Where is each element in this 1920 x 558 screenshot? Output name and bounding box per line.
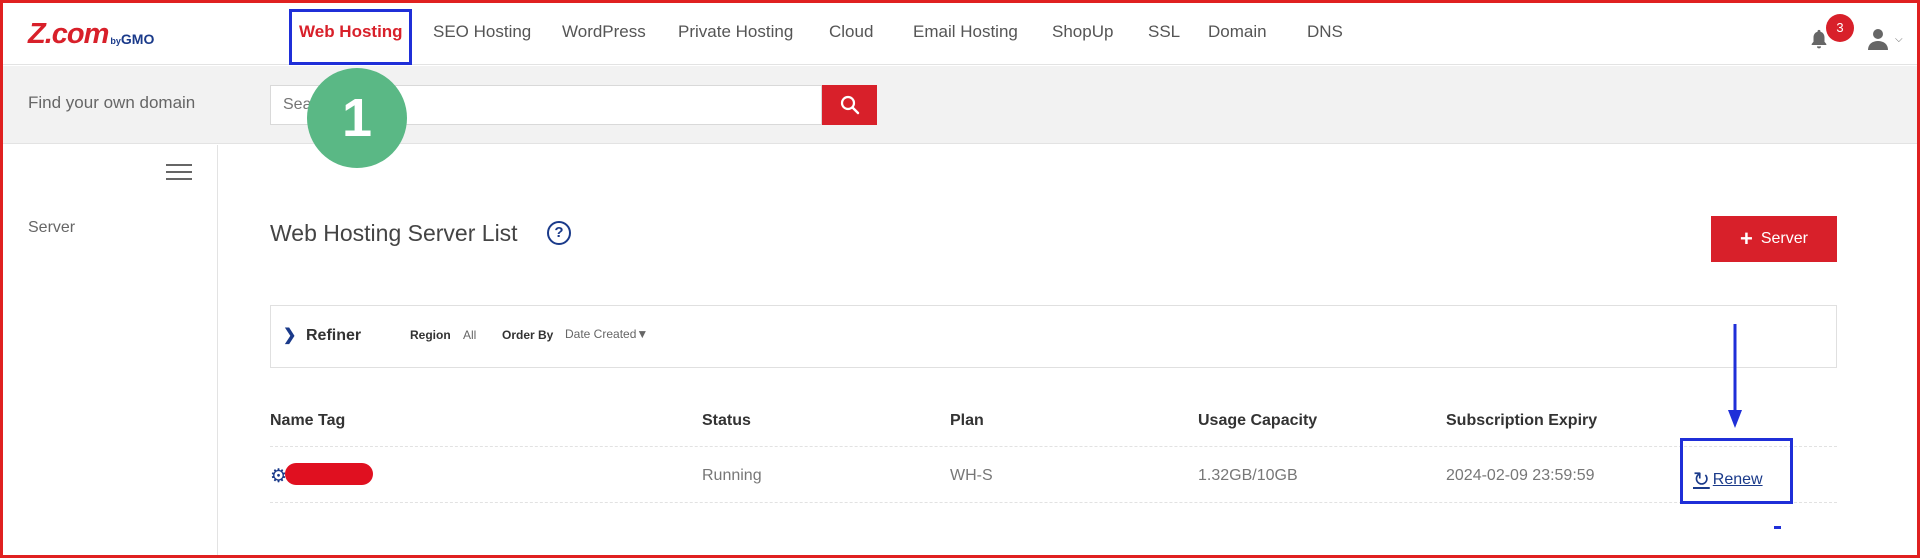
- column-header-plan: Plan: [950, 412, 984, 429]
- refiner-toggle[interactable]: Refiner: [306, 327, 361, 345]
- nav-ssl[interactable]: SSL: [1148, 22, 1180, 42]
- table-divider: [270, 446, 1837, 447]
- nav-domain[interactable]: Domain: [1208, 22, 1267, 42]
- chevron-right-icon[interactable]: ❯: [283, 325, 296, 345]
- server-status: Running: [702, 467, 762, 484]
- menu-toggle-icon[interactable]: [166, 164, 192, 182]
- server-plan: WH-S: [950, 467, 993, 484]
- nav-cloud[interactable]: Cloud: [829, 22, 873, 42]
- order-by-select[interactable]: Date Created▼: [565, 327, 648, 341]
- nav-email-hosting[interactable]: Email Hosting: [913, 22, 1018, 42]
- page-title: Web Hosting Server List: [270, 220, 518, 246]
- table-divider: [270, 502, 1837, 503]
- help-icon[interactable]: ?: [547, 221, 571, 245]
- logo-gmo-text: GMO: [120, 31, 155, 47]
- column-header-subscription-expiry: Subscription Expiry: [1446, 412, 1598, 429]
- column-header-name-tag: Name Tag: [270, 412, 346, 429]
- redacted-name-tag[interactable]: [285, 463, 373, 485]
- search-icon: [840, 95, 859, 115]
- logo-by-text: by: [110, 36, 121, 46]
- nav-dns[interactable]: DNS: [1307, 22, 1343, 42]
- nav-seo-hosting[interactable]: SEO Hosting: [433, 22, 531, 42]
- region-filter-value[interactable]: All: [463, 328, 476, 342]
- column-header-usage-capacity: Usage Capacity: [1198, 412, 1318, 429]
- region-filter-label: Region: [410, 328, 451, 342]
- order-by-label: Order By: [502, 328, 554, 342]
- zcom-logo[interactable]: Z.com by GMO: [28, 19, 154, 49]
- step-number-badge: 1: [307, 68, 407, 168]
- logo-text: Z.com: [28, 18, 109, 50]
- sidebar: [0, 145, 218, 558]
- add-server-label: Server: [1760, 230, 1808, 247]
- web-hosting-highlight-box: [289, 9, 412, 65]
- arrow-down-icon: [1728, 324, 1742, 428]
- user-icon[interactable]: [1866, 27, 1890, 51]
- add-server-button[interactable]: + Server: [1711, 216, 1837, 262]
- search-button[interactable]: [822, 85, 877, 125]
- nav-shopup[interactable]: ShopUp: [1052, 22, 1113, 42]
- column-header-status: Status: [702, 412, 751, 429]
- find-domain-label: Find your own domain: [28, 93, 196, 112]
- sidebar-item-server[interactable]: Server: [28, 219, 75, 237]
- server-usage: 1.32GB/10GB: [1198, 467, 1298, 484]
- plus-icon: +: [1740, 226, 1753, 251]
- server-expiry: 2024-02-09 23:59:59: [1446, 467, 1595, 484]
- renew-highlight-box: [1680, 438, 1793, 504]
- annotation-mark: [1774, 526, 1781, 529]
- chevron-down-icon[interactable]: ⌵: [1895, 34, 1903, 45]
- nav-wordpress[interactable]: WordPress: [562, 22, 646, 42]
- notification-badge[interactable]: 3: [1826, 14, 1854, 42]
- nav-private-hosting[interactable]: Private Hosting: [678, 22, 793, 42]
